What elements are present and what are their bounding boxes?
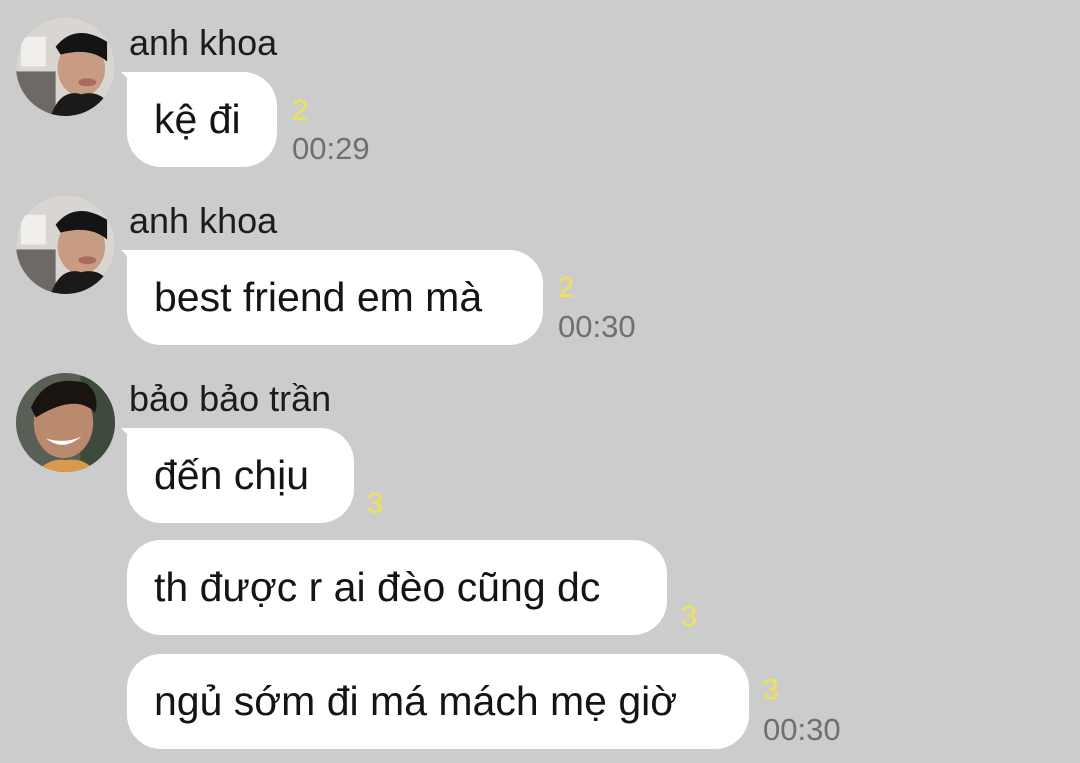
message-bubble[interactable]: ngủ sớm đi má mách mẹ giờ — [127, 654, 749, 749]
user-photo-icon — [16, 17, 115, 116]
sender-name: bảo bảo trần — [129, 378, 332, 419]
sender-name: anh khoa — [129, 200, 278, 241]
avatar-anh-khoa[interactable] — [16, 195, 115, 294]
message-bubble[interactable]: th được r ai đèo cũng dc — [127, 540, 667, 635]
message-bubble[interactable]: kệ đi — [121, 72, 277, 167]
avatar-bao-bao-tran[interactable] — [16, 373, 115, 472]
message-bubble[interactable]: best friend em mà — [121, 250, 543, 345]
unread-count: 3 — [763, 674, 780, 706]
unread-count: 3 — [367, 488, 384, 520]
message-time: 00:29 — [292, 131, 370, 166]
message-time: 00:30 — [558, 309, 636, 344]
avatar-anh-khoa[interactable] — [16, 17, 115, 116]
user-photo-icon — [16, 373, 115, 472]
unread-count: 3 — [681, 601, 698, 633]
message-bubble[interactable]: đến chịu — [121, 428, 354, 523]
unread-count: 2 — [558, 272, 575, 304]
chat-message-list[interactable]: anh khoa kệ đi 2 00:29 anh khoa best fri… — [0, 0, 1080, 763]
message-time: 00:30 — [763, 712, 841, 747]
sender-name: anh khoa — [129, 22, 278, 63]
unread-count: 2 — [292, 95, 309, 127]
user-photo-icon — [16, 195, 115, 294]
